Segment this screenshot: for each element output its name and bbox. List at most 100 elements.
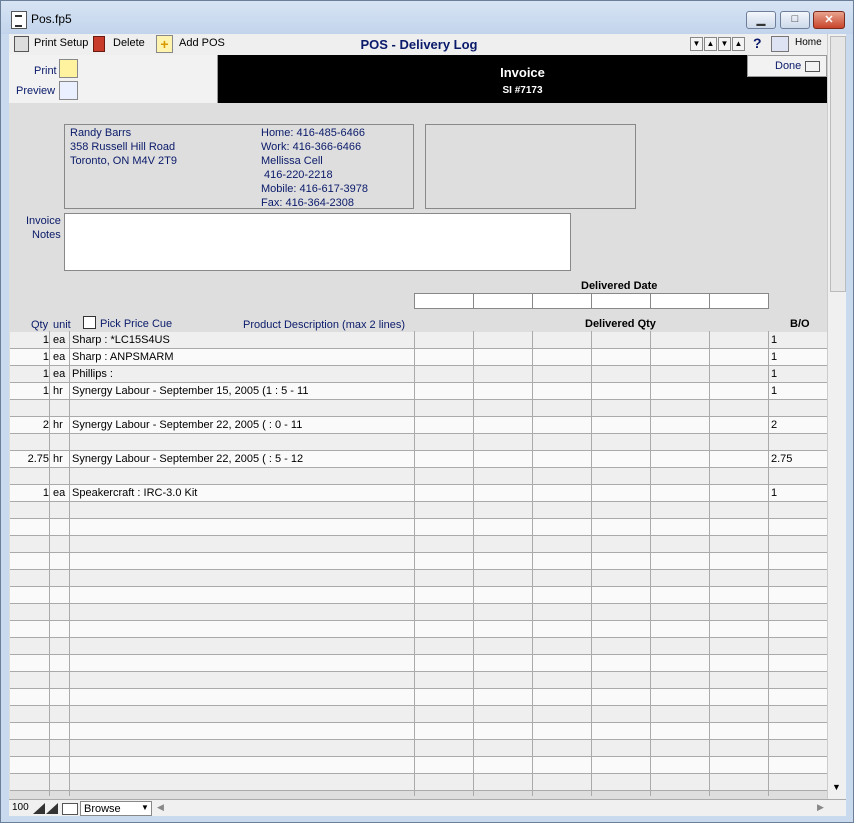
table-row[interactable]: 1 ea Phillips :1 <box>10 366 827 383</box>
table-row[interactable] <box>10 706 827 723</box>
description-cell[interactable] <box>72 604 412 620</box>
invoice-notes-field[interactable] <box>64 213 571 271</box>
table-row[interactable] <box>10 502 827 519</box>
bo-cell[interactable] <box>771 689 826 705</box>
description-cell[interactable]: Synergy Labour - September 15, 2005 (1 :… <box>72 383 412 399</box>
description-cell[interactable] <box>72 689 412 705</box>
print-setup-button[interactable]: Print Setup <box>34 37 88 49</box>
qty-cell[interactable] <box>10 536 49 552</box>
table-row[interactable] <box>10 774 827 791</box>
status-area-toggle-icon[interactable] <box>62 803 78 815</box>
description-cell[interactable]: Synergy Labour - September 22, 2005 ( : … <box>72 417 412 433</box>
bo-cell[interactable] <box>771 502 826 518</box>
bo-cell[interactable] <box>771 672 826 688</box>
table-row[interactable] <box>10 638 827 655</box>
table-row[interactable] <box>10 757 827 774</box>
description-cell[interactable] <box>72 519 412 535</box>
zoom-in-icon[interactable] <box>46 803 58 814</box>
done-button[interactable]: Done <box>747 55 827 77</box>
nav-down-button[interactable]: ▼ <box>690 37 703 51</box>
help-button[interactable]: ? <box>753 35 762 51</box>
table-row[interactable] <box>10 672 827 689</box>
bo-cell[interactable] <box>771 468 826 484</box>
description-cell[interactable] <box>72 774 412 790</box>
table-row[interactable] <box>10 570 827 587</box>
description-cell[interactable] <box>72 553 412 569</box>
qty-cell[interactable]: 2.75 <box>10 451 49 467</box>
description-cell[interactable] <box>72 536 412 552</box>
description-cell[interactable]: Sharp : *LC15S4US <box>72 332 412 348</box>
table-row[interactable]: 1 ea Sharp : *LC15S4US 1 <box>10 332 827 349</box>
bo-cell[interactable] <box>771 757 826 773</box>
table-row[interactable] <box>10 536 827 553</box>
qty-cell[interactable] <box>10 689 49 705</box>
description-cell[interactable]: Phillips : <box>72 366 412 382</box>
delivered-date-field-6[interactable] <box>709 293 769 309</box>
bo-cell[interactable]: 1 <box>771 349 826 365</box>
delete-button[interactable]: Delete <box>113 37 145 49</box>
bo-cell[interactable]: 2.75 <box>771 451 826 467</box>
bo-cell[interactable] <box>771 723 826 739</box>
scroll-thumb[interactable] <box>830 36 846 292</box>
mode-select[interactable]: Browse ▼ <box>80 801 152 816</box>
nav-first-button[interactable]: ▲ <box>732 37 745 51</box>
scroll-left-arrow-icon[interactable]: ◀ <box>157 802 164 813</box>
qty-cell[interactable]: 1 <box>10 332 49 348</box>
bo-cell[interactable] <box>771 587 826 603</box>
description-cell[interactable] <box>72 655 412 671</box>
delivered-date-field-5[interactable] <box>650 293 710 309</box>
add-pos-button[interactable]: Add POS <box>179 37 225 49</box>
description-cell[interactable] <box>72 757 412 773</box>
bo-cell[interactable] <box>771 400 826 416</box>
qty-cell[interactable] <box>10 468 49 484</box>
qty-cell[interactable] <box>10 706 49 722</box>
table-row[interactable]: 1 hr Synergy Labour - September 15, 2005 (… <box>10 383 827 400</box>
qty-cell[interactable]: 1 <box>10 349 49 365</box>
qty-cell[interactable] <box>10 655 49 671</box>
close-button[interactable]: ✕ <box>813 11 845 29</box>
bo-cell[interactable] <box>771 621 826 637</box>
bo-cell[interactable]: 1 <box>771 485 826 501</box>
description-cell[interactable] <box>72 587 412 603</box>
description-cell[interactable]: Speakercraft : IRC-3.0 Kit <box>72 485 412 501</box>
table-row[interactable] <box>10 434 827 451</box>
description-cell[interactable] <box>72 570 412 586</box>
table-row[interactable] <box>10 587 827 604</box>
print-icon[interactable] <box>59 59 78 78</box>
qty-cell[interactable] <box>10 519 49 535</box>
bo-cell[interactable] <box>771 706 826 722</box>
qty-cell[interactable]: 2 <box>10 417 49 433</box>
pick-price-cue-checkbox[interactable] <box>83 316 96 329</box>
bo-cell[interactable] <box>771 638 826 654</box>
bo-cell[interactable] <box>771 740 826 756</box>
bo-cell[interactable] <box>771 536 826 552</box>
table-row[interactable] <box>10 723 827 740</box>
qty-cell[interactable] <box>10 774 49 790</box>
minimize-button[interactable]: ▁ <box>746 11 776 29</box>
delivered-date-field-2[interactable] <box>473 293 533 309</box>
scroll-down-arrow-icon[interactable]: ▼ <box>832 782 841 792</box>
description-cell[interactable] <box>72 621 412 637</box>
qty-cell[interactable] <box>10 757 49 773</box>
description-cell[interactable] <box>72 740 412 756</box>
table-row[interactable] <box>10 740 827 757</box>
table-row[interactable] <box>10 655 827 672</box>
description-cell[interactable] <box>72 400 412 416</box>
description-cell[interactable] <box>72 638 412 654</box>
description-cell[interactable] <box>72 434 412 450</box>
table-row[interactable]: 1 ea Speakercraft : IRC-3.0 Kit 1 <box>10 485 827 502</box>
description-cell[interactable]: Synergy Labour - September 22, 2005 ( : … <box>72 451 412 467</box>
table-row[interactable] <box>10 553 827 570</box>
vertical-scrollbar[interactable]: ▼ <box>827 34 846 799</box>
bo-cell[interactable]: 2 <box>771 417 826 433</box>
table-row[interactable]: 2 hr Synergy Labour - September 22, 2005 (… <box>10 417 827 434</box>
description-cell[interactable] <box>72 723 412 739</box>
qty-cell[interactable] <box>10 434 49 450</box>
zoom-level[interactable]: 100 <box>12 802 29 813</box>
table-row[interactable] <box>10 689 827 706</box>
bo-cell[interactable] <box>771 553 826 569</box>
maximize-button[interactable]: □ <box>780 11 810 29</box>
qty-cell[interactable] <box>10 553 49 569</box>
bo-cell[interactable]: 1 <box>771 383 826 399</box>
description-cell[interactable]: Sharp : ANPSMARM <box>72 349 412 365</box>
